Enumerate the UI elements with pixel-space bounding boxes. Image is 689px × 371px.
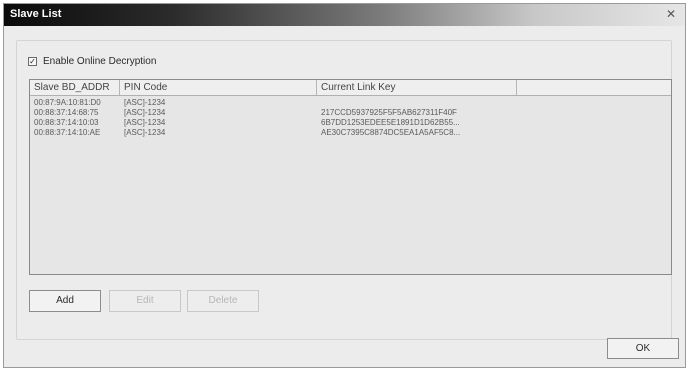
- dialog-title: Slave List: [10, 8, 62, 20]
- table-row[interactable]: 00:88:37:14:10:AE [ASC]-1234 AE30C7395C8…: [30, 128, 671, 138]
- table-row[interactable]: 00:88:37:14:10:03 [ASC]-1234 6B7DD1253ED…: [30, 118, 671, 128]
- cell-bd-addr: 00:88:37:14:10:AE: [34, 128, 101, 137]
- column-header-pin-code[interactable]: PIN Code: [120, 80, 317, 95]
- add-button[interactable]: Add: [29, 290, 101, 312]
- cell-link-key: AE30C7395C8874DC5EA1A5AF5C8...: [321, 128, 461, 137]
- list-header: Slave BD_ADDR PIN Code Current Link Key: [30, 80, 671, 96]
- enable-online-decryption-checkbox[interactable]: ✓: [28, 57, 37, 66]
- slave-list-view[interactable]: Slave BD_ADDR PIN Code Current Link Key …: [29, 79, 672, 275]
- cell-pin-code: [ASC]-1234: [124, 118, 166, 127]
- column-header-link-key[interactable]: Current Link Key: [317, 80, 517, 95]
- ok-button[interactable]: OK: [607, 338, 679, 359]
- list-body: 00:87:9A:10:81:D0 [ASC]-1234 00:88:37:14…: [30, 96, 671, 138]
- cell-pin-code: [ASC]-1234: [124, 128, 166, 137]
- cell-link-key: [317, 98, 517, 108]
- column-header-bd-addr[interactable]: Slave BD_ADDR: [30, 80, 120, 95]
- table-row[interactable]: 00:88:37:14:68:75 [ASC]-1234 217CCD59379…: [30, 108, 671, 118]
- cell-link-key: 6B7DD1253EDEE5E1891D1D62B55...: [321, 118, 460, 127]
- enable-online-decryption-label: Enable Online Decryption: [43, 56, 157, 67]
- cell-link-key: 217CCD5937925F5F5AB627311F40F: [321, 108, 457, 117]
- table-row[interactable]: 00:87:9A:10:81:D0 [ASC]-1234: [30, 98, 671, 108]
- cell-bd-addr: 00:87:9A:10:81:D0: [34, 98, 101, 107]
- edit-button[interactable]: Edit: [109, 290, 181, 312]
- cell-bd-addr: 00:88:37:14:68:75: [34, 108, 99, 117]
- delete-button[interactable]: Delete: [187, 290, 259, 312]
- title-bar[interactable]: Slave List ✕: [4, 4, 685, 26]
- enable-online-decryption-option[interactable]: ✓ Enable Online Decryption: [28, 56, 156, 67]
- cell-bd-addr: 00:88:37:14:10:03: [34, 118, 99, 127]
- cell-pin-code: [ASC]-1234: [124, 98, 166, 107]
- cell-pin-code: [ASC]-1234: [124, 108, 166, 117]
- close-icon[interactable]: ✕: [663, 6, 679, 22]
- column-header-filler: [517, 80, 671, 95]
